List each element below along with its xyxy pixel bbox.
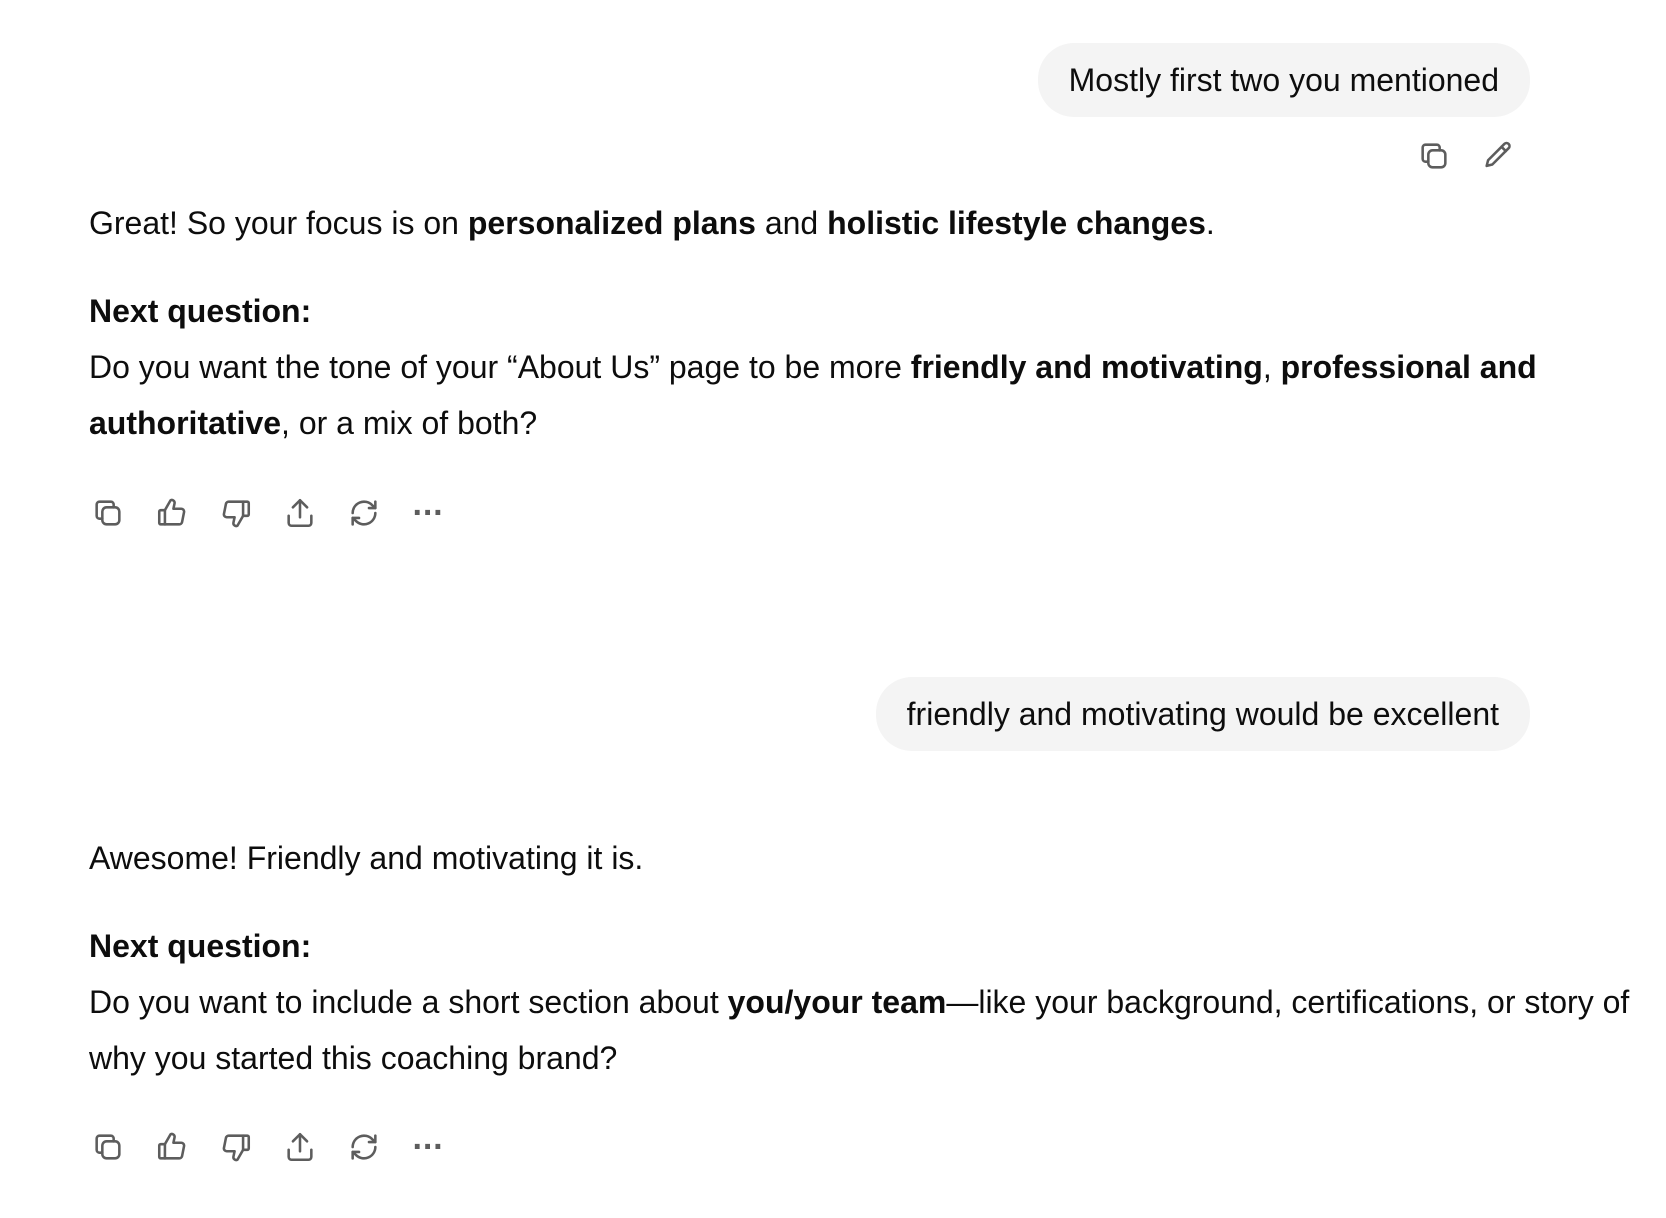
bold-text-run: friendly and motivating <box>910 349 1263 385</box>
text-run: Do you want the tone of your “About Us” … <box>89 349 911 385</box>
copy-icon <box>1421 143 1447 169</box>
text-run: . <box>1205 205 1215 241</box>
more-icon: ··· <box>412 1128 445 1166</box>
user-message-actions <box>1416 138 1516 174</box>
share-icon <box>287 498 313 528</box>
assistant-message-actions: ··· <box>90 495 446 531</box>
more-options-button[interactable]: ··· <box>410 495 446 531</box>
copy-icon <box>95 500 121 526</box>
assistant-message-actions: ··· <box>90 1129 446 1165</box>
assistant-intro: Awesome! Friendly and motivating it is. <box>89 830 1649 886</box>
text-run: Great! So your focus is on <box>89 205 468 241</box>
user-message-bubble: Mostly first two you mentioned <box>1037 43 1530 117</box>
text-run: , or a mix of both? <box>281 405 538 441</box>
next-question-label: Next question: <box>89 293 312 329</box>
text-run: Do you want to include a short section a… <box>89 984 728 1020</box>
user-message-text: Mostly first two you mentioned <box>1068 62 1499 98</box>
assistant-message: Awesome! Friendly and motivating it is. … <box>89 830 1649 1086</box>
bold-text-run: you/your team <box>727 984 947 1020</box>
regenerate-icon <box>351 1134 377 1160</box>
thumbs-up-button[interactable] <box>154 1129 190 1165</box>
copy-button[interactable] <box>1416 138 1452 174</box>
copy-button[interactable] <box>90 1129 126 1165</box>
thumbs-up-button[interactable] <box>154 495 190 531</box>
assistant-message: Great! So your focus is on personalized … <box>89 195 1649 451</box>
question-text: Do you want the tone of your “About Us” … <box>89 339 1649 451</box>
thumbs-down-button[interactable] <box>218 495 254 531</box>
thumbs-down-icon <box>222 1134 251 1162</box>
question-text: Do you want to include a short section a… <box>89 974 1649 1086</box>
share-button[interactable] <box>282 1129 318 1165</box>
more-options-button[interactable]: ··· <box>410 1129 446 1165</box>
edit-pencil-icon <box>1485 141 1511 168</box>
text-run: Awesome! Friendly and motivating it is. <box>89 840 644 876</box>
more-icon: ··· <box>412 494 445 532</box>
thumbs-down-icon <box>222 500 251 528</box>
thumbs-up-icon <box>157 498 186 526</box>
bold-text-run: holistic lifestyle changes <box>827 205 1206 241</box>
next-question-label: Next question: <box>89 928 312 964</box>
text-run: , <box>1262 349 1281 385</box>
thumbs-down-button[interactable] <box>218 1129 254 1165</box>
user-message-text: friendly and motivating would be excelle… <box>906 696 1499 732</box>
copy-button[interactable] <box>90 495 126 531</box>
thumbs-up-icon <box>157 1132 186 1160</box>
regenerate-button[interactable] <box>346 495 382 531</box>
next-question-heading: Next question: <box>89 283 1649 339</box>
regenerate-icon <box>351 500 377 526</box>
edit-button[interactable] <box>1480 138 1516 174</box>
copy-icon <box>95 1134 121 1160</box>
share-icon <box>287 1132 313 1162</box>
share-button[interactable] <box>282 495 318 531</box>
user-message-bubble: friendly and motivating would be excelle… <box>875 677 1530 751</box>
assistant-intro: Great! So your focus is on personalized … <box>89 195 1649 251</box>
next-question-heading: Next question: <box>89 918 1649 974</box>
text-run: and <box>755 205 828 241</box>
bold-text-run: personalized plans <box>467 205 756 241</box>
regenerate-button[interactable] <box>346 1129 382 1165</box>
